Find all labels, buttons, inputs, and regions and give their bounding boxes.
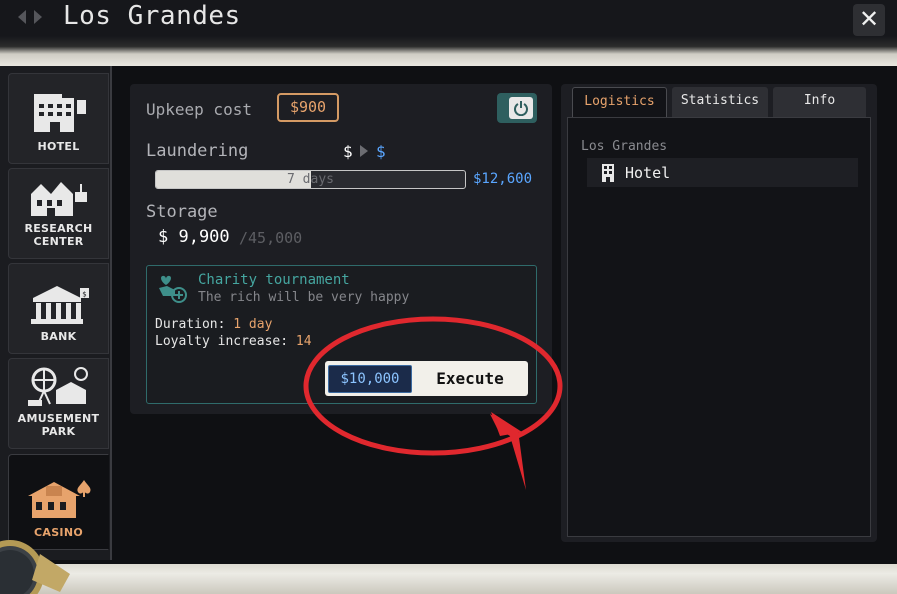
sidebar-item-hotel[interactable]: HOTEL [8,73,109,164]
tab-statistics[interactable]: Statistics [672,87,768,117]
storage-capacity: /45,000 [239,229,303,247]
sidebar-label: BANK [40,330,77,343]
business-sidebar: HOTEL RESEARCH CENTER $ BANK AMUSEMENT P… [0,66,112,560]
sidebar-label: AMUSEMENT PARK [17,412,100,438]
execute-button[interactable]: $10,000 Execute [325,361,528,396]
close-icon: ✕ [858,5,880,33]
storage-label: Storage [146,202,218,222]
duration-label: Duration: [155,317,226,332]
business-details-card: Upkeep cost $900 Laundering $ $ 7 days $… [130,84,552,414]
location-nav [16,8,44,26]
tab-info[interactable]: Info [773,87,866,117]
sidebar-label: RESEARCH CENTER [24,222,93,248]
power-toggle[interactable] [497,93,537,123]
event-title: Charity tournament [198,272,350,288]
clean-money-symbol: $ [376,142,386,161]
chevron-left-icon[interactable] [16,8,28,26]
event-card: Charity tournament The rich will be very… [146,265,537,404]
power-icon [509,97,533,119]
upkeep-label: Upkeep cost [146,100,252,119]
event-loyalty: Loyalty increase: 14 [155,334,312,349]
event-subtitle: The rich will be very happy [198,290,410,305]
event-duration: Duration: 1 day [155,317,272,332]
upkeep-cost-badge: $900 [277,93,339,122]
laundering-progress-bar: 7 days [155,170,466,189]
logistics-panel: Logistics Statistics Info Los Grandes Ho… [561,84,877,542]
progress-text: 7 days [287,172,334,187]
watch-icon [0,540,70,594]
laundering-amount: $12,600 [473,171,533,187]
location-header: Los Grandes [581,139,668,154]
execute-label: Execute [436,369,504,388]
chevron-right-icon[interactable] [32,8,44,26]
laundering-label: Laundering [146,141,249,161]
hotel-building-icon [33,94,86,132]
sidebar-label: HOTEL [37,140,80,153]
charity-hand-icon [157,272,189,308]
paper-edge-top [0,36,897,66]
list-item[interactable]: Hotel [587,158,858,187]
loyalty-label: Loyalty increase: [155,334,289,349]
execute-cost: $10,000 [328,364,412,393]
sidebar-item-bank[interactable]: $ BANK [8,263,109,354]
close-button[interactable]: ✕ [853,4,885,36]
amusement-park-icon [27,367,88,406]
paper-edge-bottom [0,560,897,594]
hotel-building-icon [602,163,614,182]
storage-value: $ 9,900 [158,227,230,247]
arrow-right-icon [360,145,368,157]
location-label: Hotel [625,163,671,182]
dirty-money-symbol: $ [343,142,353,161]
sidebar-item-amusement-park[interactable]: AMUSEMENT PARK [8,358,109,449]
research-center-icon [30,182,87,216]
tab-logistics[interactable]: Logistics [572,87,667,117]
svg-text:$: $ [82,291,86,299]
sidebar-item-research-center[interactable]: RESEARCH CENTER [8,168,109,259]
bank-icon: $ [30,286,89,324]
page-title: Los Grandes [63,1,241,31]
loyalty-value: 14 [295,334,312,349]
duration-value: 1 day [233,317,273,332]
